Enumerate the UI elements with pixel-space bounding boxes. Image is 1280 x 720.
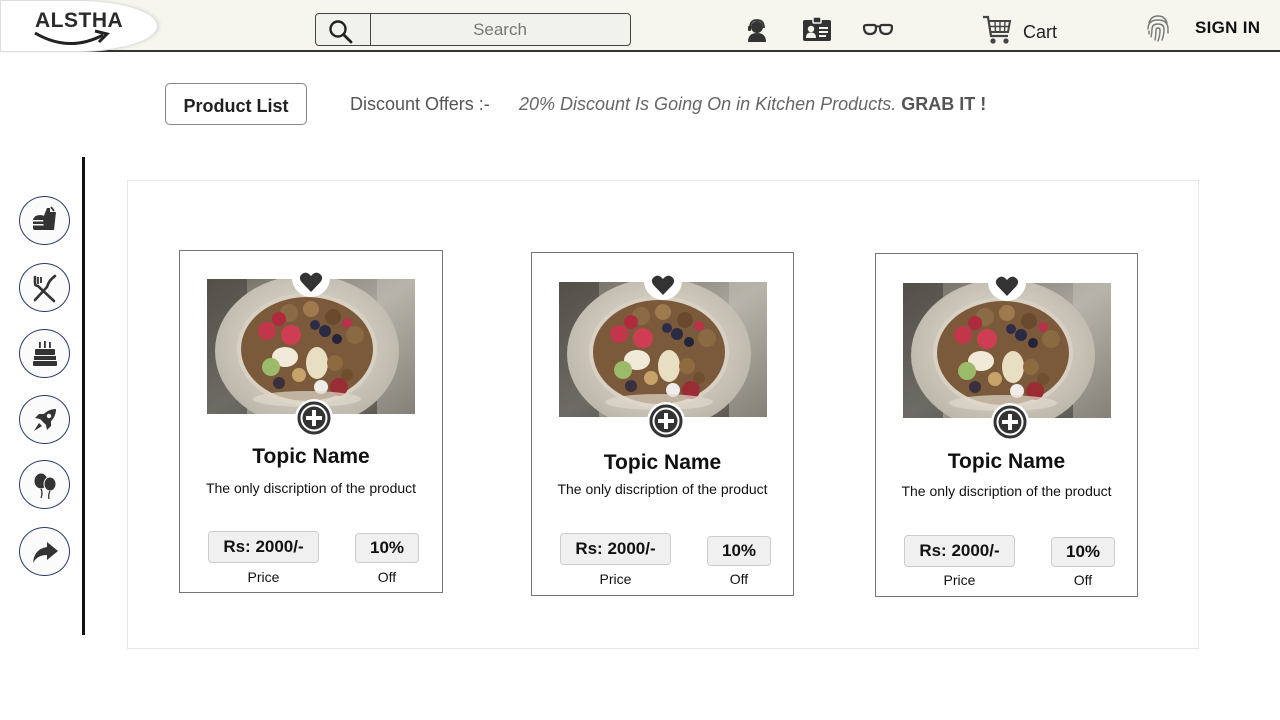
rocket-icon xyxy=(33,408,56,431)
product-title[interactable]: Topic Name xyxy=(876,450,1137,474)
product-title[interactable]: Topic Name xyxy=(180,445,442,469)
fast-food-icon xyxy=(32,205,56,230)
search-input[interactable] xyxy=(372,14,628,45)
heart-icon xyxy=(299,272,323,292)
discount-value: 10% xyxy=(707,536,771,566)
search-icon[interactable] xyxy=(328,19,354,45)
add-to-cart-button[interactable] xyxy=(991,403,1029,441)
product-image xyxy=(903,283,1111,418)
product-image xyxy=(559,282,767,417)
product-image-frame[interactable] xyxy=(559,282,767,417)
sidebar-divider xyxy=(82,157,85,635)
share-arrow-icon xyxy=(32,541,58,563)
glasses-icon[interactable] xyxy=(862,22,894,38)
balloons-icon xyxy=(34,473,56,499)
discount-label: Off xyxy=(729,571,749,587)
product-card[interactable]: Topic Name The only discription of the p… xyxy=(531,252,794,596)
discount-offer-text: 20% Discount Is Going On in Kitchen Prod… xyxy=(519,94,986,115)
support-agent-icon[interactable] xyxy=(745,18,769,44)
discount-offers-label: Discount Offers :- xyxy=(350,94,490,114)
cart-icon[interactable] xyxy=(982,14,1012,46)
add-to-cart-button[interactable] xyxy=(647,402,685,440)
sidebar-item-share[interactable] xyxy=(19,527,70,576)
discount-label: Off xyxy=(1073,572,1093,588)
search-bar[interactable] xyxy=(315,13,631,46)
sidebar-item-cakes[interactable] xyxy=(19,329,70,378)
offer-cta[interactable]: GRAB IT ! xyxy=(901,94,986,114)
birthday-cake-icon xyxy=(32,340,57,366)
price-value: Rs: 2000/- xyxy=(208,531,319,563)
sidebar-item-dining[interactable] xyxy=(19,263,70,312)
plus-circle-icon xyxy=(297,401,331,435)
sign-in-button[interactable]: SIGN IN xyxy=(1195,18,1260,38)
discount-value: 10% xyxy=(1051,537,1115,567)
add-to-cart-button[interactable] xyxy=(295,399,333,437)
offer-message: 20% Discount Is Going On in Kitchen Prod… xyxy=(519,94,897,114)
fork-knife-icon xyxy=(33,274,56,302)
sidebar-item-party[interactable] xyxy=(19,460,70,509)
top-header: ALSTHA Search Cart SIGN IN xyxy=(0,0,1280,52)
discount-label: Off xyxy=(377,569,397,585)
plus-circle-icon xyxy=(993,405,1027,439)
product-description: The only discription of the product xyxy=(205,480,417,496)
cart-label[interactable]: Cart xyxy=(1023,22,1057,43)
product-image-frame[interactable] xyxy=(207,279,415,414)
product-title[interactable]: Topic Name xyxy=(532,451,793,475)
product-image xyxy=(207,279,415,414)
sidebar-item-launch[interactable] xyxy=(19,395,70,444)
plus-circle-icon xyxy=(649,404,683,438)
price-label: Price xyxy=(943,572,976,588)
heart-icon xyxy=(651,275,675,295)
search-divider xyxy=(370,14,371,45)
logo[interactable]: ALSTHA xyxy=(0,0,158,52)
price-label: Price xyxy=(599,571,632,587)
fingerprint-icon[interactable] xyxy=(1145,13,1171,43)
logo-swoosh-icon xyxy=(34,29,110,45)
product-card[interactable]: Topic Name The only discription of the p… xyxy=(179,250,443,593)
price-value: Rs: 2000/- xyxy=(560,533,671,565)
product-card[interactable]: Topic Name The only discription of the p… xyxy=(875,253,1138,597)
discount-value: 10% xyxy=(355,533,419,563)
product-description: The only discription of the product xyxy=(901,483,1112,499)
sidebar-item-fast-food[interactable] xyxy=(19,196,70,245)
product-image-frame[interactable] xyxy=(903,283,1111,418)
heart-icon xyxy=(995,276,1019,296)
product-description: The only discription of the product xyxy=(557,481,768,497)
contact-card-icon[interactable] xyxy=(802,16,832,42)
price-label: Price xyxy=(247,569,280,585)
product-list-button[interactable]: Product List xyxy=(165,83,307,125)
price-value: Rs: 2000/- xyxy=(904,535,1015,567)
